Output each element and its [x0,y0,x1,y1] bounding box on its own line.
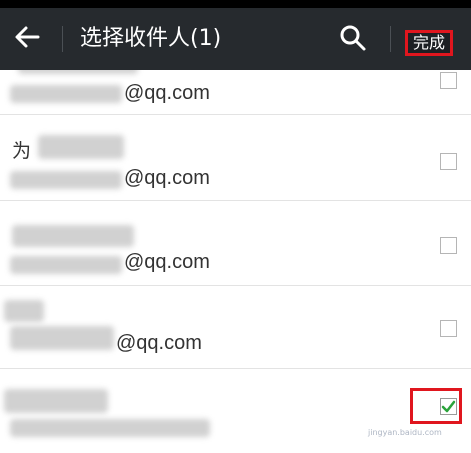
search-button[interactable] [338,23,372,57]
contact-email: @qq.com [124,82,210,104]
back-arrow-icon [15,26,40,48]
page-title: 选择收件人(1) [80,26,222,51]
watermark: jingyan.baidu.com [368,428,442,437]
redacted-email [10,256,122,274]
divider [62,26,63,52]
contact-list: @qq.com 为 @qq.com @qq.com @qq.com [0,70,471,453]
list-item[interactable]: @qq.com [0,70,471,115]
contact-checkbox[interactable] [440,398,457,415]
list-item[interactable]: @qq.com [0,286,471,369]
back-button[interactable] [12,22,52,56]
list-item[interactable]: 为 @qq.com [0,115,471,201]
contact-checkbox[interactable] [440,237,457,254]
status-bar [0,0,471,8]
contact-email: @qq.com [116,332,202,354]
redacted-email [10,419,210,437]
contact-checkbox[interactable] [440,72,457,89]
redacted-name [18,70,138,74]
redacted-email [10,326,114,350]
redacted-name [4,389,108,413]
contact-name: 为 [12,140,32,162]
contact-checkbox[interactable] [440,153,457,170]
redacted-email [10,171,122,189]
contact-email: @qq.com [124,167,210,189]
redacted-name [38,135,124,159]
redacted-name [12,225,134,247]
top-bar: 选择收件人(1) 完成 [0,8,471,70]
contact-email: @qq.com [124,251,210,273]
divider [390,26,391,52]
redacted-avatar [4,300,44,322]
redacted-email [10,85,122,103]
list-item[interactable] [0,369,471,453]
search-icon [340,25,366,51]
list-item[interactable]: @qq.com [0,201,471,286]
contact-checkbox[interactable] [440,320,457,337]
done-button[interactable]: 完成 [405,30,453,56]
checkmark-icon [441,400,456,413]
